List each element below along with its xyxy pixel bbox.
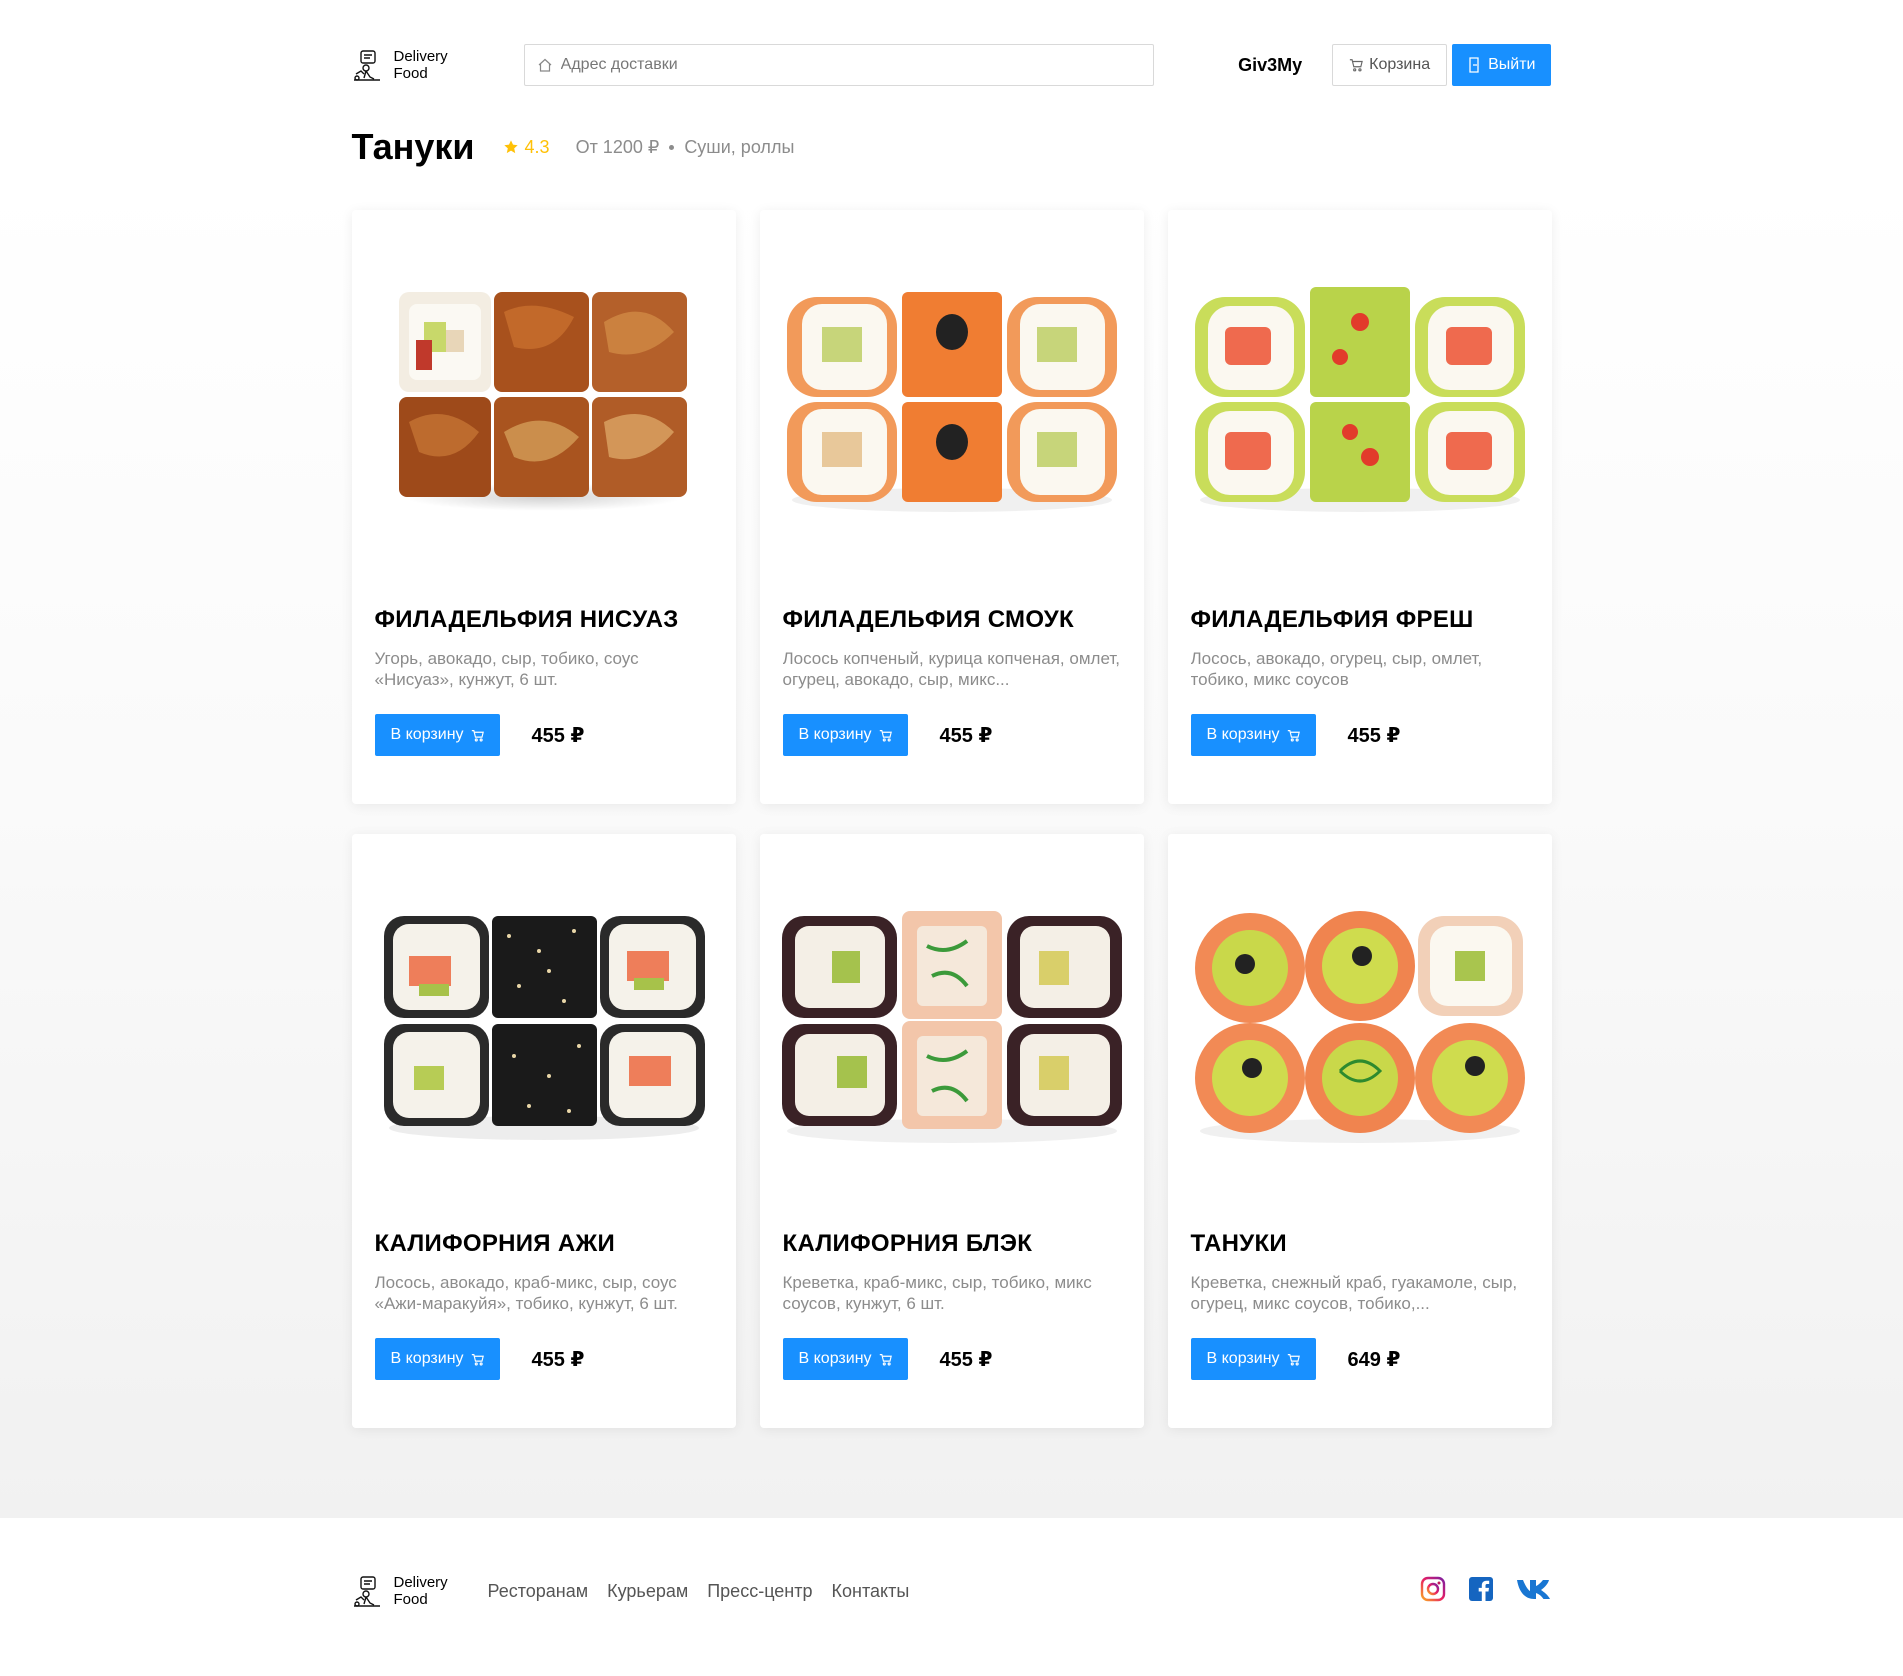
logo-line-2: Food [393, 1591, 428, 1608]
vk-icon[interactable] [1516, 1578, 1552, 1605]
product-card: ФИЛАДЕЛЬФИЯ СМОУК Лосось копченый, куриц… [759, 210, 1144, 804]
cart-button-label: Корзина [1369, 56, 1431, 73]
add-to-cart-label: В корзину [390, 1350, 464, 1367]
footer-link-couriers[interactable]: Курьерам [607, 1581, 688, 1602]
product-image [1167, 834, 1552, 1218]
user-name: Giv3My [1238, 54, 1303, 75]
add-to-cart-label: В корзину [798, 1350, 872, 1367]
product-description: Креветка, снежный краб, гуакамоле, сыр, … [1190, 1273, 1518, 1313]
sushi-image [1194, 287, 1525, 512]
restaurant-meta: От 1200 ₽ Суши, роллы [576, 137, 795, 158]
product-description: Лосось копченый, курица копченая, омлет,… [782, 649, 1120, 689]
instagram-icon[interactable] [1420, 1576, 1446, 1607]
product-grid: ФИЛАДЕЛЬФИЯ НИСУАЗ Угорь, авокадо, сыр, … [351, 210, 1552, 1428]
product-price: 455 ₽ [531, 724, 585, 747]
add-to-cart-label: В корзину [798, 726, 872, 743]
add-to-cart-button[interactable]: В корзину [1190, 1338, 1316, 1380]
product-title: КАЛИФОРНИЯ БЛЭК [782, 1230, 1033, 1257]
courier-logo-icon [353, 50, 380, 81]
sushi-image [786, 292, 1117, 512]
product-description: Угорь, авокадо, сыр, тобико, соус «Нисуа… [374, 649, 639, 689]
product-price: 649 ₽ [1347, 1348, 1401, 1371]
product-price: 455 ₽ [939, 724, 993, 747]
restaurant-title: Тануки [351, 126, 475, 167]
add-to-cart-button[interactable]: В корзину [374, 714, 500, 756]
home-icon [538, 58, 552, 72]
logo-text: Delivery Food [394, 48, 448, 82]
product-price: 455 ₽ [531, 1348, 585, 1371]
cart-icon [1287, 1353, 1300, 1366]
product-image [1167, 210, 1552, 594]
restaurant-rating: 4.3 [503, 137, 550, 158]
price-from: От 1200 ₽ [575, 136, 660, 157]
add-to-cart-label: В корзину [1206, 1350, 1280, 1367]
cart-icon [1287, 729, 1300, 742]
product-card: КАЛИФОРНИЯ БЛЭК Креветка, краб-микс, сыр… [759, 834, 1144, 1428]
sushi-image [1194, 911, 1525, 1143]
add-to-cart-button[interactable]: В корзину [1190, 714, 1316, 756]
product-title: ФИЛАДЕЛЬФИЯ СМОУК [782, 606, 1074, 633]
product-card: КАЛИФОРНИЯ АЖИ Лосось, авокадо, краб-мик… [351, 834, 736, 1428]
product-image [351, 210, 736, 594]
footer-link-contacts[interactable]: Контакты [832, 1581, 910, 1602]
add-to-cart-button[interactable]: В корзину [782, 714, 908, 756]
logo-line-1: Delivery [393, 48, 448, 65]
cart-button[interactable]: Корзина [1332, 44, 1448, 86]
product-card: ФИЛАДЕЛЬФИЯ ФРЕШ Лосось, авокадо, огурец… [1167, 210, 1552, 804]
restaurant-category: Суши, роллы [684, 136, 795, 157]
product-title: ТАНУКИ [1190, 1230, 1287, 1257]
product-image [759, 834, 1144, 1218]
restaurant-heading: Тануки 4.3 От 1200 ₽ Суши, роллы [352, 126, 1552, 167]
sushi-image [383, 916, 705, 1140]
footer-link-restaurants[interactable]: Ресторанам [488, 1581, 589, 1602]
logo-line-2: Food [393, 65, 428, 82]
footer-link-press[interactable]: Пресс-центр [707, 1581, 812, 1602]
logout-icon [1469, 57, 1479, 73]
courier-logo-icon [353, 1576, 380, 1607]
add-to-cart-label: В корзину [1206, 726, 1280, 743]
product-title: КАЛИФОРНИЯ АЖИ [374, 1230, 615, 1257]
logout-button[interactable]: Выйти [1452, 44, 1552, 86]
logout-button-label: Выйти [1488, 56, 1536, 73]
separator-dot [669, 144, 675, 150]
sushi-image [398, 292, 687, 511]
header: Delivery Food Giv3My Корзина Выйти [352, 0, 1552, 130]
logo[interactable]: Delivery Food [352, 48, 524, 82]
logo-line-1: Delivery [393, 1574, 448, 1591]
cart-icon [879, 1353, 892, 1366]
product-card: ТАНУКИ Креветка, снежный краб, гуакамоле… [1167, 834, 1552, 1428]
add-to-cart-button[interactable]: В корзину [374, 1338, 500, 1380]
facebook-icon[interactable] [1468, 1576, 1494, 1607]
product-image [351, 834, 736, 1218]
social-links [1398, 1576, 1552, 1607]
product-description: Лосось, авокадо, огурец, сыр, омлет, тоб… [1190, 649, 1483, 689]
cart-icon [471, 729, 484, 742]
cart-icon [1350, 59, 1364, 72]
product-price: 455 ₽ [939, 1348, 993, 1371]
add-to-cart-label: В корзину [390, 726, 464, 743]
product-card: ФИЛАДЕЛЬФИЯ НИСУАЗ Угорь, авокадо, сыр, … [351, 210, 736, 804]
add-to-cart-button[interactable]: В корзину [782, 1338, 908, 1380]
footer-nav: Ресторанам Курьерам Пресс-центр Контакты [488, 1581, 929, 1602]
product-description: Лосось, авокадо, краб-микс, сыр, соус «А… [374, 1273, 678, 1313]
logo-text: Delivery Food [394, 1574, 448, 1608]
cart-icon [471, 1353, 484, 1366]
sushi-image [781, 911, 1122, 1143]
cart-icon [879, 729, 892, 742]
product-title: ФИЛАДЕЛЬФИЯ НИСУАЗ [374, 606, 679, 633]
product-price: 455 ₽ [1347, 724, 1401, 747]
footer-logo[interactable]: Delivery Food [352, 1574, 488, 1608]
product-image [759, 210, 1144, 594]
product-title: ФИЛАДЕЛЬФИЯ ФРЕШ [1190, 606, 1474, 633]
footer: Delivery Food Ресторанам Курьерам Пресс-… [0, 1518, 1903, 1676]
address-input[interactable] [560, 56, 1151, 74]
rating-value: 4.3 [524, 136, 550, 157]
product-description: Креветка, краб-микс, сыр, тобико, микс с… [782, 1273, 1092, 1313]
star-icon [503, 140, 518, 154]
address-search [523, 44, 1155, 86]
